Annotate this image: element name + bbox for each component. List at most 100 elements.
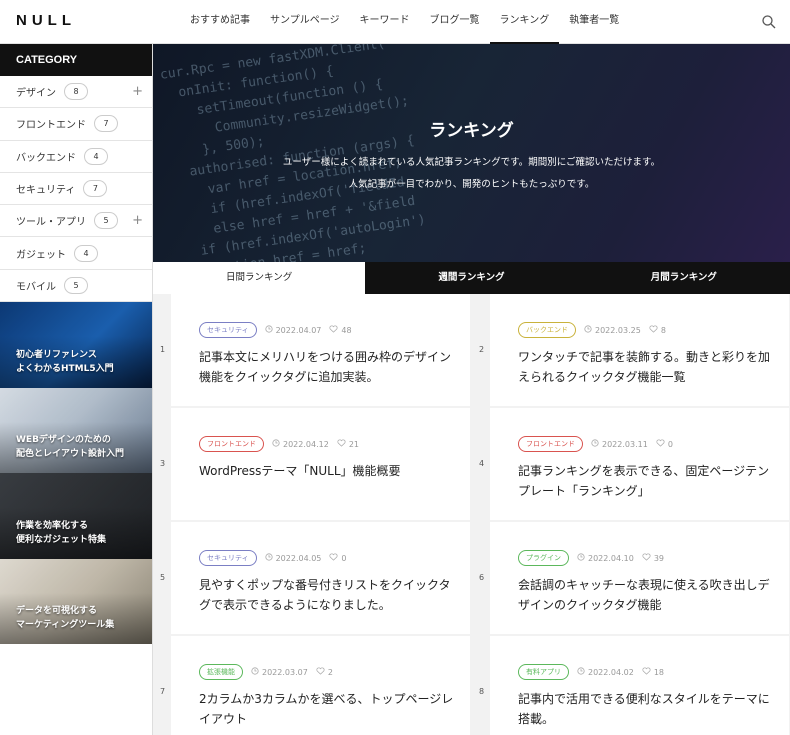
ranking-card[interactable]: バックエンド 2022.03.25 8 ワンタッチで記事を装飾する。動きと彩りを加えら… (490, 294, 789, 406)
banner-marketing-tools[interactable]: データを可視化する マーケティングツール集 (0, 558, 152, 645)
clock-icon (264, 553, 276, 563)
heart-icon (649, 325, 661, 335)
site-logo[interactable]: NULL (16, 12, 76, 29)
banner-line: 作業を効率化する (16, 520, 89, 531)
article-title[interactable]: 見やすくポップな番号付きリストをクイックタグで表示できるようになりました。 (199, 575, 454, 615)
description-line: 人気記事が一目でわかり、開発のヒントもたっぷりです。 (348, 179, 595, 190)
banner-web-design[interactable]: WEBデザインのための 配色とレイアウト設計入門 (0, 387, 152, 474)
article-title[interactable]: 記事ランキングを表示できる、固定ページテンプレート「ランキング」 (518, 461, 773, 501)
heart-icon (337, 439, 349, 449)
category-label: デザイン (16, 88, 56, 100)
search-icon[interactable] (761, 14, 777, 30)
category-label: ガジェット (16, 249, 66, 261)
date-text: 2022.03.07 (262, 667, 308, 677)
nav-item-ranking[interactable]: ランキング (489, 0, 560, 44)
article-title[interactable]: ワンタッチで記事を装飾する。動きと彩りを加えられるクイックタグ機能一覧 (518, 347, 773, 387)
category-tag[interactable]: バックエンド (518, 322, 576, 338)
banner-line: 配色とレイアウト設計入門 (16, 449, 125, 460)
category-item-frontend[interactable]: フロントエンド 7 (0, 108, 152, 141)
category-tag[interactable]: フロントエンド (518, 436, 583, 452)
card-meta: 有料アプリ 2022.04.02 18 (518, 664, 789, 680)
rank-number: 5 (160, 573, 166, 582)
ranking-card[interactable]: フロントエンド 2022.04.12 21 WordPressテーマ「NULL」機能概… (171, 408, 470, 520)
banner-text: データを可視化する マーケティングツール集 (16, 604, 114, 632)
post-date: 2022.03.07 (251, 667, 308, 677)
like-count: 18 (642, 667, 664, 677)
page-description: ユーザー様によく読まれている人気記事ランキングです。期間別にご確認いただけます。… (153, 152, 790, 196)
card-meta: プラグイン 2022.04.10 39 (518, 550, 789, 566)
nav-item-keyword[interactable]: キーワード (350, 0, 420, 44)
article-title[interactable]: WordPressテーマ「NULL」機能概要 (199, 461, 454, 481)
likes-text: 21 (348, 439, 359, 449)
category-tag[interactable]: プラグイン (518, 550, 569, 566)
category-label: ツール・アプリ (16, 217, 86, 229)
ranking-card[interactable]: セキュリティ 2022.04.07 48 記事本文にメリハリをつける囲み枠のデザイン機… (171, 294, 470, 406)
likes-text: 39 (653, 553, 664, 563)
card-meta: セキュリティ 2022.04.07 48 (199, 322, 470, 338)
banner-html5-intro[interactable]: 初心者リファレンス よくわかるHTML5入門 (0, 302, 152, 388)
rank-number: 4 (479, 459, 485, 468)
expand-plus-icon[interactable]: + (132, 85, 143, 98)
ranking-card[interactable]: セキュリティ 2022.04.05 0 見やすくポップな番号付きリストをクイックタグで… (171, 522, 470, 634)
banner-line: よくわかるHTML5入門 (16, 363, 114, 374)
nav-item-sample-page[interactable]: サンプルページ (260, 0, 350, 44)
rank-number: 6 (479, 573, 485, 582)
rank-number: 1 (160, 345, 166, 354)
article-title[interactable]: 会話調のキャッチーな表現に使える吹き出しデザインのクイックタグ機能 (518, 575, 773, 615)
category-count-badge: 7 (94, 115, 118, 133)
article-title[interactable]: 2カラムか3カラムかを選べる、トップページレイアウト (199, 689, 454, 729)
heart-icon (642, 667, 654, 677)
ranking-card[interactable]: プラグイン 2022.04.10 39 会話調のキャッチーな表現に使える吹き出しデザイ… (490, 522, 789, 634)
article-title[interactable]: 記事内で活用できる便利なスタイルをテーマに搭載。 (518, 689, 773, 729)
category-count-badge: 4 (74, 244, 98, 262)
tab-monthly[interactable]: 月間ランキング (577, 262, 790, 294)
category-tag[interactable]: 拡張機能 (199, 664, 243, 680)
category-label: モバイル (16, 281, 56, 293)
expand-plus-icon[interactable]: + (132, 214, 143, 227)
tab-daily[interactable]: 日間ランキング (153, 262, 366, 294)
ranking-card[interactable]: フロントエンド 2022.03.11 0 記事ランキングを表示できる、固定ページテンプ… (490, 408, 789, 520)
nav-item-blog-list[interactable]: ブログ一覧 (420, 0, 490, 44)
category-item-security[interactable]: セキュリティ 7 (0, 173, 152, 206)
clock-icon (272, 439, 283, 449)
nav-item-authors[interactable]: 執筆者一覧 (559, 0, 629, 44)
heart-icon (316, 667, 328, 677)
category-label: バックエンド (16, 152, 76, 164)
category-count-badge: 8 (64, 83, 88, 101)
post-date: 2022.04.07 (264, 325, 322, 335)
date-text: 2022.04.10 (588, 553, 634, 563)
category-item-mobile[interactable]: モバイル 5 (0, 270, 152, 303)
rank-number: 8 (479, 687, 485, 696)
ranking-list: セキュリティ 2022.04.07 4 8 記事本文にメリハリをつける囲み枠のデザイン機… (153, 294, 790, 735)
category-tag[interactable]: セキュリティ (199, 322, 257, 338)
date-text: 2022.04.07 (275, 325, 322, 335)
like-count: 2 (316, 667, 333, 677)
likes-text: 2 (327, 667, 333, 677)
nav-item-recommended[interactable]: おすすめ記事 (180, 0, 260, 44)
tab-weekly[interactable]: 週間ランキング (365, 262, 578, 294)
banner-line: WEBデザインのための (16, 435, 111, 446)
category-tag[interactable]: フロントエンド (199, 436, 264, 452)
date-text: 2022.04.02 (588, 667, 634, 677)
category-item-design[interactable]: デザイン 8 + (0, 76, 152, 109)
ranking-card[interactable]: 有料アプリ 2022.04.02 18 記事内で活用できる便利なスタイルをテーマに搭載… (490, 636, 789, 735)
ranking-period-tabs: 日間ランキング 週間ランキング 月間ランキング (153, 262, 790, 294)
likes-text: 18 (653, 667, 664, 677)
category-count-badge: 5 (94, 212, 118, 230)
card-meta: フロントエンド 2022.03.11 0 (518, 436, 789, 452)
like-count: 21 (337, 439, 359, 449)
article-title[interactable]: 記事本文にメリハリをつける囲み枠のデザイン機能をクイックタグに追加実装。 (199, 347, 454, 387)
banner-text: 作業を効率化する 便利なガジェット特集 (16, 519, 106, 547)
post-date: 2022.03.25 (584, 325, 641, 335)
clock-icon (264, 325, 276, 335)
category-item-backend[interactable]: バックエンド 4 (0, 141, 152, 173)
ranking-card[interactable]: 拡張機能 2022.03.07 2 2カラムか3カラムかを選べる、トップページレイアウ… (171, 636, 470, 735)
category-item-gadget[interactable]: ガジェット 4 (0, 237, 152, 270)
like-count: 0 (656, 439, 673, 449)
category-item-tools-apps[interactable]: ツール・アプリ 5 + (0, 205, 152, 238)
category-tag[interactable]: セキュリティ (199, 550, 257, 566)
banner-line: マーケティングツール集 (16, 620, 115, 631)
banner-gadgets[interactable]: 作業を効率化する 便利なガジェット特集 (0, 473, 152, 559)
category-tag[interactable]: 有料アプリ (518, 664, 569, 680)
like-count: 8 (649, 325, 666, 335)
